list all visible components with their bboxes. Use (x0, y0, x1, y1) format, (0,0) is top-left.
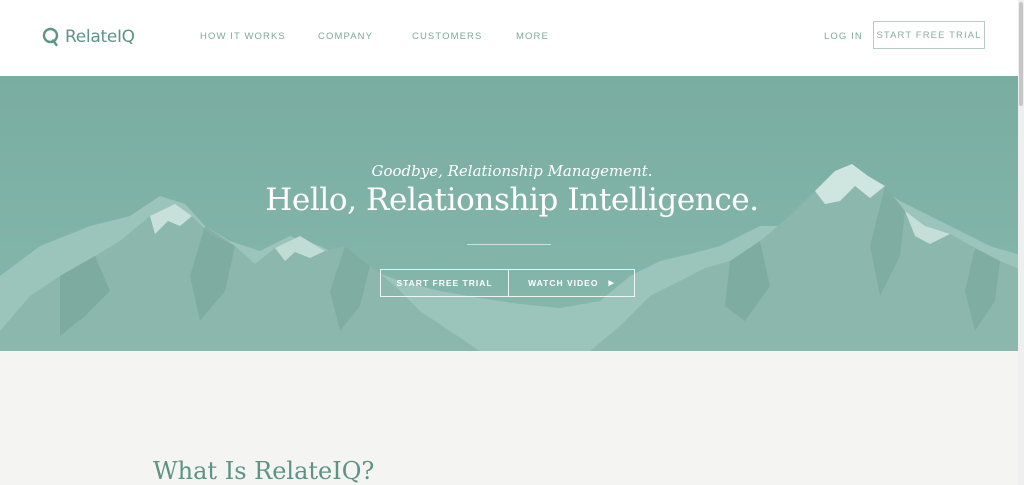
scrollbar-thumb[interactable] (1019, 2, 1023, 106)
hero-divider (467, 244, 551, 245)
header-start-trial-button[interactable]: START FREE TRIAL (873, 21, 985, 49)
hero-cta-group: START FREE TRIAL WATCH VIDEO ▶ (380, 269, 635, 297)
logo-icon (42, 27, 59, 47)
watch-video-label: WATCH VIDEO (528, 278, 599, 288)
hero-headline: Hello, Relationship Intelligence. (265, 182, 759, 218)
watch-video-button[interactable]: WATCH VIDEO ▶ (509, 270, 634, 296)
nav-how-it-works[interactable]: HOW IT WORKS (200, 31, 286, 43)
site-header: RelateIQ HOW IT WORKS COMPANY CUSTOMERS … (0, 0, 1024, 76)
brand-logo[interactable]: RelateIQ (42, 25, 135, 49)
nav-login[interactable]: LOG IN (824, 31, 863, 43)
nav-company[interactable]: COMPANY (318, 31, 373, 43)
section-title: What Is RelateIQ? (153, 457, 375, 485)
hero-banner: Goodbye, Relationship Management. Hello,… (0, 76, 1024, 351)
brand-name: RelateIQ (65, 27, 135, 47)
chevron-right-icon: ▶ (608, 280, 615, 287)
nav-customers[interactable]: CUSTOMERS (412, 31, 482, 43)
scrollbar[interactable] (1018, 0, 1024, 485)
nav-more[interactable]: MORE (516, 31, 549, 43)
hero-kicker: Goodbye, Relationship Management. (371, 162, 653, 180)
hero-start-trial-button[interactable]: START FREE TRIAL (381, 270, 509, 296)
